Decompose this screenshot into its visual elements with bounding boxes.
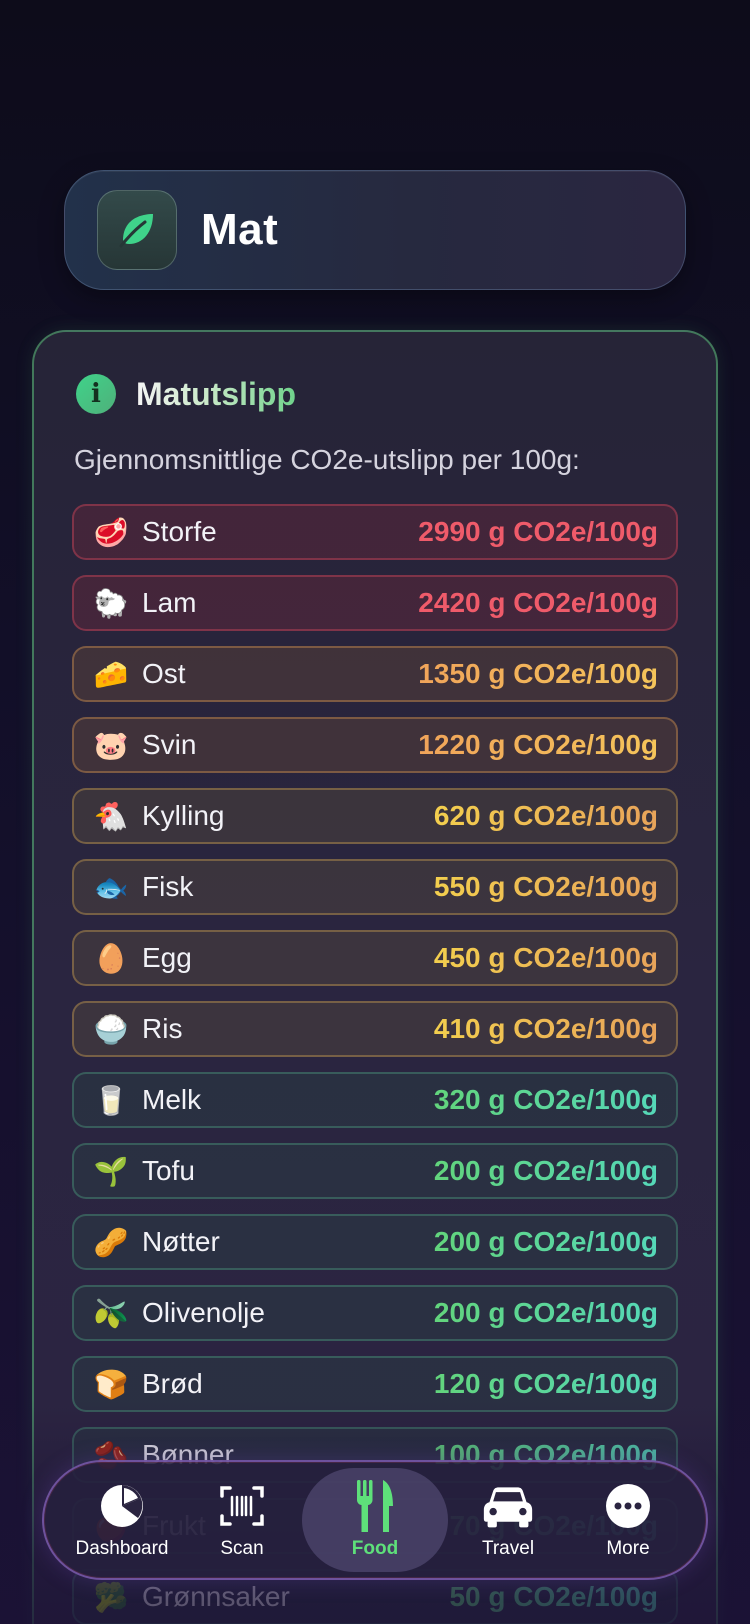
food-emoji-icon: 🌱	[93, 1155, 129, 1187]
food-emoji-icon: 🐑	[93, 587, 129, 619]
food-name: Kylling	[142, 800, 225, 831]
bottom-tab-bar: Dashboard Scan Food Travel More	[42, 1460, 708, 1580]
food-emission-value: 410 g CO2e/100g	[433, 1013, 658, 1044]
food-name: Nøtter	[142, 1226, 220, 1257]
section-subtitle: Gjennomsnittlige CO2e-utslipp per 100g:	[74, 444, 580, 475]
fork-knife-icon	[349, 1480, 401, 1532]
tab-food[interactable]: Food	[302, 1468, 448, 1572]
barcode-scan-icon	[216, 1480, 268, 1532]
food-row-left: 🍞 Brød	[90, 1368, 203, 1401]
food-row-left: 🧀 Ost	[90, 658, 186, 691]
food-emoji-icon: 🥦	[93, 1581, 129, 1613]
food-emission-value: 550 g CO2e/100g	[433, 871, 658, 902]
food-name: Grønnsaker	[142, 1581, 290, 1612]
food-emoji-icon: 🐷	[93, 729, 129, 761]
food-emoji-icon: 🥚	[93, 942, 129, 974]
food-emoji-icon: 🥜	[93, 1226, 129, 1258]
food-emission-value: 450 g CO2e/100g	[433, 942, 658, 973]
page-header: Mat	[64, 170, 686, 290]
leaf-icon	[97, 190, 177, 270]
food-emission-value: 1350 g CO2e/100g	[418, 658, 658, 689]
food-name: Ris	[142, 1013, 183, 1044]
food-row: 🍚 Ris 410 g CO2e/100g	[72, 1001, 678, 1057]
tab-scan[interactable]: Scan	[182, 1468, 302, 1572]
food-row: 🐟 Fisk 550 g CO2e/100g	[72, 859, 678, 915]
food-name: Ost	[142, 658, 186, 689]
food-emoji-icon: 🐟	[93, 871, 129, 903]
food-emission-value: 620 g CO2e/100g	[433, 800, 658, 831]
food-emission-value: 1220 g CO2e/100g	[418, 729, 658, 760]
food-emoji-icon: 🥛	[93, 1084, 129, 1116]
food-emoji-icon: 🐔	[93, 800, 129, 832]
food-emoji-icon: 🥩	[93, 516, 129, 548]
tab-label: Scan	[220, 1538, 264, 1559]
tab-label: Food	[351, 1538, 399, 1559]
food-row: 🌱 Tofu 200 g CO2e/100g	[72, 1143, 678, 1199]
food-row-left: 🐑 Lam	[90, 587, 197, 620]
tab-dashboard[interactable]: Dashboard	[62, 1468, 182, 1572]
ellipsis-icon	[602, 1480, 654, 1532]
food-emission-value: 120 g CO2e/100g	[433, 1368, 658, 1399]
food-emoji-icon: 🧀	[93, 658, 129, 690]
food-row-left: 🐟 Fisk	[90, 871, 194, 904]
food-name: Melk	[142, 1084, 202, 1115]
food-row: 🍞 Brød 120 g CO2e/100g	[72, 1356, 678, 1412]
food-row: 🧀 Ost 1350 g CO2e/100g	[72, 646, 678, 702]
food-row: 🥜 Nøtter 200 g CO2e/100g	[72, 1214, 678, 1270]
food-emoji-icon: 🍚	[93, 1013, 129, 1045]
food-row-left: 🍚 Ris	[90, 1013, 183, 1046]
food-name: Brød	[142, 1368, 203, 1399]
tab-label: Travel	[481, 1538, 535, 1559]
food-row-left: 🥚 Egg	[90, 942, 192, 975]
food-row: 🐔 Kylling 620 g CO2e/100g	[72, 788, 678, 844]
food-name: Egg	[142, 942, 192, 973]
food-emission-value: 50 g CO2e/100g	[449, 1581, 658, 1612]
food-page: Mat i Matutslipp Gjennomsnittlige CO2e-u…	[0, 0, 750, 1624]
page-title: Mat	[201, 205, 279, 254]
food-row-left: 🥩 Storfe	[90, 516, 217, 549]
food-row-left: 🥜 Nøtter	[90, 1226, 220, 1259]
tab-more[interactable]: More	[568, 1468, 688, 1572]
food-name: Storfe	[142, 516, 217, 547]
food-name: Tofu	[142, 1155, 195, 1186]
food-emission-value: 2420 g CO2e/100g	[418, 587, 658, 618]
food-name: Svin	[142, 729, 197, 760]
section-header: i Matutslipp	[76, 374, 296, 414]
food-row: 🫒 Olivenolje 200 g CO2e/100g	[72, 1285, 678, 1341]
food-row: 🥩 Storfe 2990 g CO2e/100g	[72, 504, 678, 560]
info-icon: i	[76, 374, 116, 414]
food-emissions-list: 🥩 Storfe 2990 g CO2e/100g 🐑 Lam 2420 g CO2e/1…	[72, 504, 678, 1624]
car-icon	[482, 1480, 534, 1532]
food-row-left: 🥦 Grønnsaker	[90, 1581, 290, 1614]
tab-label: More	[606, 1538, 650, 1559]
food-row: 🐷 Svin 1220 g CO2e/100g	[72, 717, 678, 773]
food-row-left: 🥛 Melk	[90, 1084, 202, 1117]
food-emission-value: 2990 g CO2e/100g	[418, 516, 658, 547]
food-emissions-card: i Matutslipp Gjennomsnittlige CO2e-utsli…	[32, 330, 718, 1624]
food-row: 🥚 Egg 450 g CO2e/100g	[72, 930, 678, 986]
food-emission-value: 200 g CO2e/100g	[433, 1226, 658, 1257]
food-name: Lam	[142, 587, 197, 618]
tab-travel[interactable]: Travel	[448, 1468, 568, 1572]
food-emoji-icon: 🍞	[93, 1368, 129, 1400]
food-emission-value: 200 g CO2e/100g	[433, 1155, 658, 1186]
food-name: Fisk	[142, 871, 194, 902]
food-emission-value: 200 g CO2e/100g	[433, 1297, 658, 1328]
food-row-left: 🐔 Kylling	[90, 800, 225, 833]
food-emission-value: 320 g CO2e/100g	[433, 1084, 658, 1115]
food-row: 🥛 Melk 320 g CO2e/100g	[72, 1072, 678, 1128]
pie-chart-icon	[96, 1480, 148, 1532]
food-row-left: 🌱 Tofu	[90, 1155, 195, 1188]
food-row-left: 🫒 Olivenolje	[90, 1297, 265, 1330]
food-row-left: 🐷 Svin	[90, 729, 197, 762]
food-row: 🐑 Lam 2420 g CO2e/100g	[72, 575, 678, 631]
food-emoji-icon: 🫒	[93, 1297, 129, 1329]
section-title: Matutslipp	[136, 375, 296, 412]
food-name: Olivenolje	[142, 1297, 265, 1328]
tab-label: Dashboard	[75, 1538, 169, 1559]
